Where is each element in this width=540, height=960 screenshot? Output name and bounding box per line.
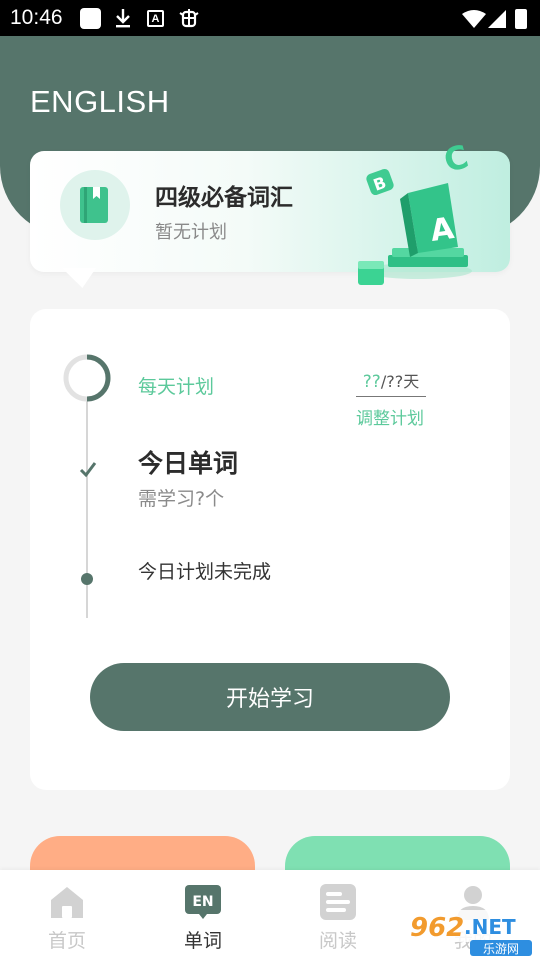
check-icon bbox=[79, 460, 97, 478]
tab-reading[interactable]: 阅读 bbox=[303, 870, 373, 960]
font-a-icon: A bbox=[147, 10, 164, 27]
page-title: ENGLISH bbox=[30, 84, 170, 119]
abc-books-illustration: A B C bbox=[350, 135, 480, 295]
tab-home[interactable]: 首页 bbox=[32, 870, 102, 960]
document-icon bbox=[320, 884, 356, 920]
tab-label: 单词 bbox=[183, 930, 222, 952]
tab-label: 阅读 bbox=[318, 930, 357, 952]
plan-days-done: ?? bbox=[362, 372, 381, 392]
start-study-button[interactable]: 开始学习 bbox=[90, 663, 450, 731]
book-icon bbox=[60, 170, 130, 240]
today-plan-status: 今日计划未完成 bbox=[138, 561, 272, 583]
book-card-pointer bbox=[62, 268, 96, 288]
plan-progress-ratio: ??/??天 bbox=[356, 368, 426, 397]
wifi-icon bbox=[462, 9, 486, 29]
tab-words[interactable]: EN 单词 bbox=[168, 870, 238, 960]
en-badge-text: EN bbox=[192, 894, 213, 910]
notification-square-icon bbox=[80, 8, 101, 29]
status-bar: 10:46 A bbox=[0, 0, 540, 36]
progress-ring-icon bbox=[62, 353, 112, 403]
bug-icon bbox=[178, 8, 200, 28]
book-plan-status: 暂无计划 bbox=[155, 222, 227, 243]
plan-days-total: ??天 bbox=[386, 372, 420, 391]
site-watermark-logo: 962 .NET 乐游网 bbox=[398, 904, 538, 958]
download-icon bbox=[114, 8, 132, 28]
today-words-count: 需学习?个 bbox=[138, 488, 225, 510]
book-name: 四级必备词汇 bbox=[155, 185, 293, 211]
svg-text:C: C bbox=[440, 137, 473, 180]
adjust-plan-link[interactable]: 调整计划 bbox=[356, 404, 424, 429]
svg-text:乐游网: 乐游网 bbox=[483, 942, 519, 956]
today-words-title: 今日单词 bbox=[138, 449, 239, 478]
timeline-dot bbox=[81, 573, 93, 585]
home-icon bbox=[49, 884, 85, 920]
clock: 10:46 bbox=[10, 6, 63, 29]
svg-text:.NET: .NET bbox=[464, 915, 516, 939]
battery-icon bbox=[515, 9, 527, 29]
signal-icon bbox=[488, 9, 506, 29]
timeline-line bbox=[86, 400, 88, 618]
svg-text:962: 962 bbox=[410, 913, 464, 943]
en-book-icon: EN bbox=[185, 884, 221, 920]
daily-plan-label: 每天计划 bbox=[138, 376, 215, 398]
tab-label: 首页 bbox=[47, 930, 86, 952]
